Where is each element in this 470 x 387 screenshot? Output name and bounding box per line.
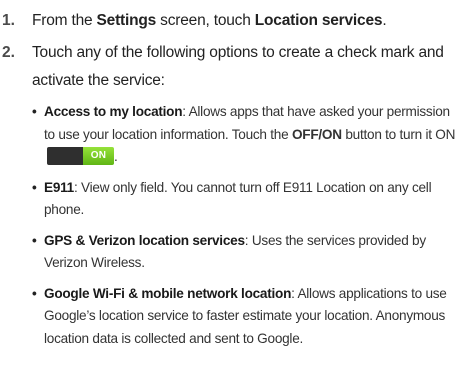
step-text: Touch any of the following options to cr… xyxy=(32,44,444,89)
option-title: GPS & Verizon location services xyxy=(44,232,245,248)
toggle-on-label: ON xyxy=(83,147,114,165)
option-description-tail: . xyxy=(114,149,118,164)
list-item-gps-verizon: • GPS & Verizon location services: Uses … xyxy=(32,230,464,275)
step-number: 1. xyxy=(2,12,15,29)
instruction-page: 1. From the Settings screen, touch Locat… xyxy=(0,0,470,387)
toggle-off-segment xyxy=(47,147,83,165)
option-title: E911 xyxy=(44,179,74,195)
location-services-term: Location services xyxy=(254,12,383,29)
option-description: : View only field. You cannot turn off E… xyxy=(44,179,432,218)
bullet-icon: • xyxy=(32,232,37,248)
option-title: Access to my location xyxy=(44,104,183,119)
settings-term: Settings xyxy=(96,12,157,29)
list-item-google-wifi-location: • Google Wi-Fi & mobile network location… xyxy=(32,283,464,351)
step-number: 2. xyxy=(2,44,15,61)
step-2: 2. Touch any of the following options to… xyxy=(2,39,464,95)
step-text: From the Settings screen, touch Location… xyxy=(32,7,464,35)
step-1: 1. From the Settings screen, touch Locat… xyxy=(2,7,464,35)
step-text-part: screen, touch xyxy=(156,12,255,29)
list-item-e911: • E911: View only field. You cannot turn… xyxy=(32,177,464,222)
list-item-access-to-my-location: • Access to my location: Allows apps tha… xyxy=(32,101,464,169)
option-title: Google Wi-Fi & mobile network location xyxy=(44,285,292,301)
off-on-term: OFF/ON xyxy=(291,126,342,142)
bullet-icon: • xyxy=(32,104,37,119)
step-text-part: From the xyxy=(32,12,97,29)
option-description-cont: button to turn it ON xyxy=(341,126,456,142)
bullet-icon: • xyxy=(32,179,37,195)
step-text-part: . xyxy=(382,12,387,29)
options-list: • Access to my location: Allows apps tha… xyxy=(2,101,464,350)
on-toggle-icon: ON xyxy=(47,147,114,165)
bullet-icon: • xyxy=(32,285,37,301)
